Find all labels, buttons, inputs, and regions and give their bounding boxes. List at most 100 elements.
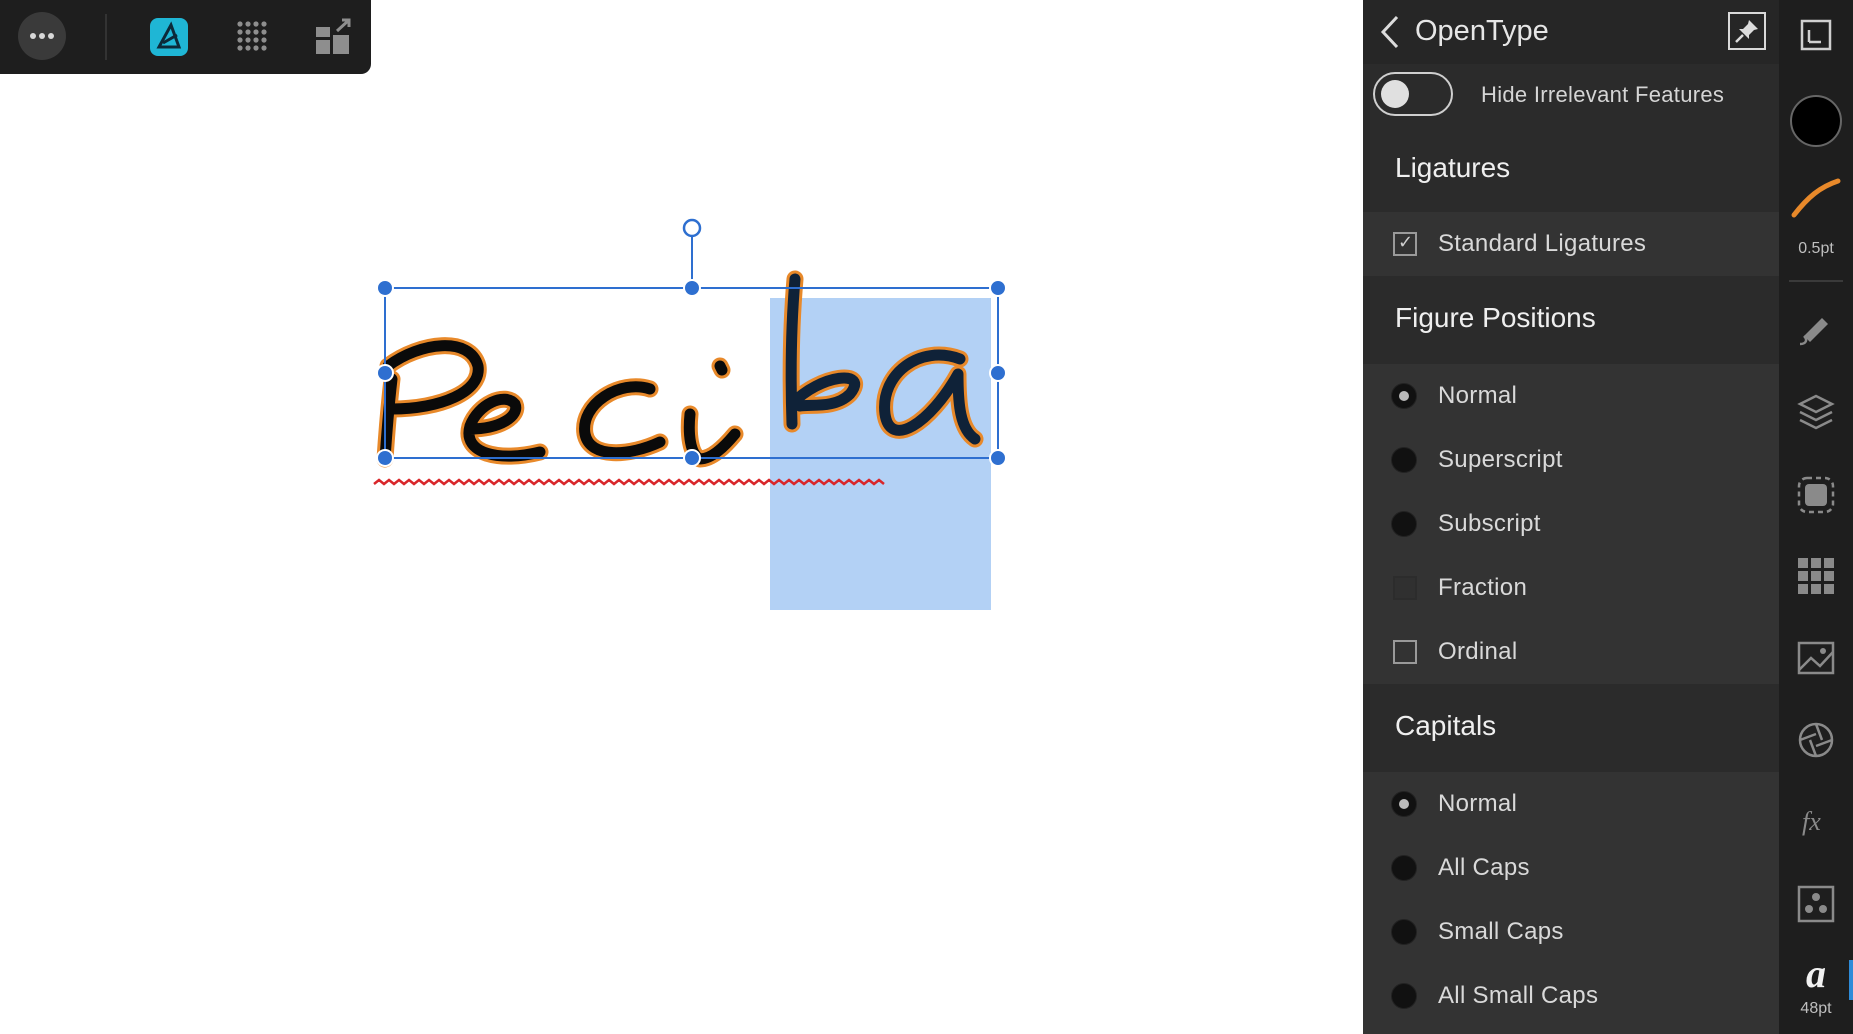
text-studio-button[interactable]: a xyxy=(1779,950,1853,997)
hide-irrelevant-row: Hide Irrelevant Features xyxy=(1363,64,1779,126)
artistic-text-artwork xyxy=(373,218,1007,486)
ordinal-checkbox[interactable] xyxy=(1393,640,1417,664)
superscript-option[interactable]: Superscript xyxy=(1363,428,1779,492)
pushpin-icon xyxy=(1735,20,1758,43)
superscript-radio[interactable] xyxy=(1391,447,1417,473)
image-icon xyxy=(1797,641,1835,675)
section-title: Ligatures xyxy=(1395,152,1511,183)
layers-studio-button[interactable] xyxy=(1779,392,1853,432)
rotate-handle[interactable] xyxy=(682,218,702,238)
export-persona-icon xyxy=(316,18,351,54)
fraction-checkbox[interactable] xyxy=(1393,576,1417,600)
small-caps-option[interactable]: Small Caps xyxy=(1363,900,1779,964)
section-title: Capitals xyxy=(1395,710,1497,741)
stroke-width-label: 0.5pt xyxy=(1798,240,1834,257)
swatches-studio-button[interactable] xyxy=(1779,556,1853,596)
capitals-section-header: Capitals xyxy=(1363,684,1779,772)
all-small-caps-radio[interactable] xyxy=(1391,983,1417,1009)
subscript-radio[interactable] xyxy=(1391,511,1417,537)
resize-handle[interactable] xyxy=(376,279,394,297)
designer-app-icon xyxy=(150,18,188,56)
standard-ligatures-checkbox[interactable]: ✓ xyxy=(1393,232,1417,256)
capitals-normal-radio[interactable] xyxy=(1391,791,1417,817)
ellipsis-icon xyxy=(30,33,54,39)
chevron-left-icon[interactable] xyxy=(1377,14,1403,50)
option-label: Standard Ligatures xyxy=(1438,230,1647,257)
transform-studio-button[interactable] xyxy=(1779,720,1853,760)
aperture-icon xyxy=(1798,722,1834,758)
active-studio-indicator xyxy=(1849,960,1853,1000)
figure-normal-radio[interactable] xyxy=(1391,383,1417,409)
capitals-normal-option[interactable]: Normal xyxy=(1363,772,1779,836)
standard-ligatures-option[interactable]: ✓ Standard Ligatures xyxy=(1363,212,1779,276)
fraction-option[interactable]: Fraction xyxy=(1363,556,1779,620)
toolbar-divider xyxy=(105,14,107,60)
resize-handle[interactable] xyxy=(683,449,701,467)
panel-header: OpenType xyxy=(1363,0,1779,64)
subscript-option[interactable]: Subscript xyxy=(1363,492,1779,556)
option-label: Normal xyxy=(1438,790,1518,817)
styles-studio-button[interactable] xyxy=(1779,884,1853,924)
opentype-panel: OpenType Hide Irrelevant Features Ligatu… xyxy=(1363,0,1779,1034)
pixel-grid-icon xyxy=(237,21,267,51)
handwritten-word xyxy=(376,270,984,468)
pin-panel-button[interactable] xyxy=(1728,12,1766,50)
figure-positions-options: Normal Superscript Subscript Fraction Or… xyxy=(1363,364,1779,684)
fx-studio-button[interactable]: fx xyxy=(1779,802,1853,842)
stock-studio-button[interactable] xyxy=(1779,638,1853,678)
all-small-caps-option[interactable]: All Small Caps xyxy=(1363,964,1779,1028)
option-label: Subscript xyxy=(1438,510,1541,537)
hide-irrelevant-label: Hide Irrelevant Features xyxy=(1481,82,1725,107)
small-caps-radio[interactable] xyxy=(1391,919,1417,945)
resize-handle[interactable] xyxy=(989,279,1007,297)
document-canvas[interactable] xyxy=(0,74,1362,1034)
hide-irrelevant-toggle[interactable] xyxy=(1373,72,1453,116)
all-caps-option[interactable]: All Caps xyxy=(1363,836,1779,900)
fill-color-well[interactable] xyxy=(1779,94,1853,148)
checkmark-icon: ✓ xyxy=(1398,232,1414,252)
swatches-grid-icon xyxy=(1798,558,1834,594)
stroke-style-button[interactable] xyxy=(1779,175,1853,221)
styles-icon xyxy=(1797,885,1835,923)
resize-handle[interactable] xyxy=(989,449,1007,467)
fx-icon: fx xyxy=(1802,807,1821,836)
studio-tool-strip: 0.5pt fx a 48pt xyxy=(1779,0,1853,1034)
figure-normal-option[interactable]: Normal xyxy=(1363,364,1779,428)
fill-color-swatch-icon xyxy=(1790,95,1842,147)
fullscreen-icon xyxy=(1800,19,1832,51)
resize-handle[interactable] xyxy=(989,364,1007,382)
designer-persona-button[interactable] xyxy=(148,16,190,58)
section-title: Figure Positions xyxy=(1395,302,1596,333)
ligatures-section-header: Ligatures xyxy=(1363,126,1779,212)
resize-handle[interactable] xyxy=(376,364,394,382)
ligatures-options: ✓ Standard Ligatures xyxy=(1363,212,1779,276)
toggle-knob xyxy=(1381,80,1409,108)
brushes-studio-button[interactable] xyxy=(1779,308,1853,348)
option-label: Superscript xyxy=(1438,446,1563,473)
capitals-options: Normal All Caps Small Caps All Small Cap… xyxy=(1363,772,1779,1034)
strip-divider xyxy=(1789,280,1843,282)
export-persona-button[interactable] xyxy=(312,16,354,58)
brush-stroke-icon xyxy=(1791,178,1841,218)
pixel-persona-button[interactable] xyxy=(232,16,272,56)
panel-title: OpenType xyxy=(1415,15,1549,47)
layers-icon xyxy=(1797,394,1835,430)
option-label: Ordinal xyxy=(1438,638,1518,665)
svg-text:fx: fx xyxy=(1802,807,1821,836)
more-options-button[interactable] xyxy=(18,12,66,60)
font-size-label: 48pt xyxy=(1800,1000,1832,1017)
option-label: Normal xyxy=(1438,382,1518,409)
option-label: Small Caps xyxy=(1438,918,1564,945)
option-label: All Small Caps xyxy=(1438,982,1599,1009)
effects-selection-button[interactable] xyxy=(1779,474,1853,516)
spelling-error-underline xyxy=(373,478,885,486)
resize-handle[interactable] xyxy=(376,449,394,467)
all-caps-radio[interactable] xyxy=(1391,855,1417,881)
fullscreen-button[interactable] xyxy=(1779,18,1853,52)
dashed-square-icon xyxy=(1797,476,1835,514)
ordinal-option[interactable]: Ordinal xyxy=(1363,620,1779,684)
resize-handle[interactable] xyxy=(683,279,701,297)
top-toolbar xyxy=(0,0,371,74)
paintbrush-icon xyxy=(1799,318,1828,346)
figure-positions-section-header: Figure Positions xyxy=(1363,276,1779,362)
